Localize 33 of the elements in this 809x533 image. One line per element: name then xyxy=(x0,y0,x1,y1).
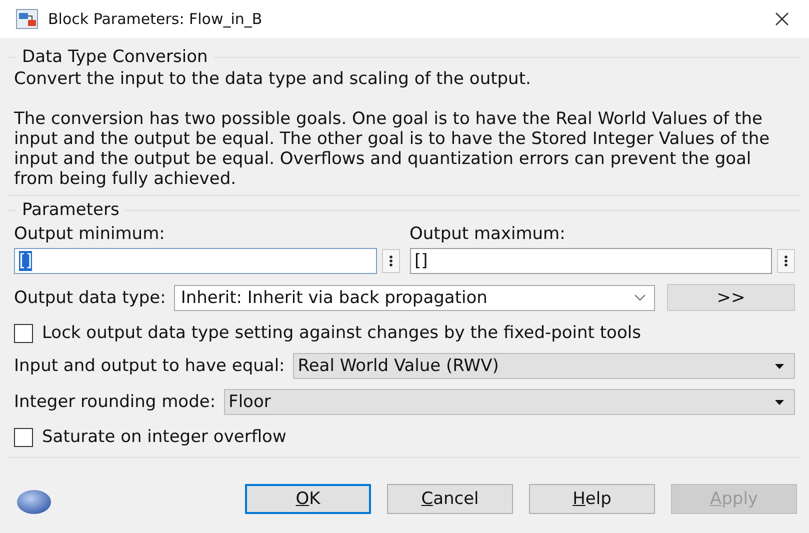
input-field[interactable]: [] xyxy=(14,248,376,274)
description-text: Convert the input to the data type and scaling of the output. xyxy=(14,69,532,89)
field-label: Output data type: xyxy=(14,288,166,308)
window-title: Block Parameters: Flow_in_B xyxy=(48,10,264,28)
input-field[interactable]: [] xyxy=(410,248,772,274)
block-icon xyxy=(16,9,38,29)
dots-icon xyxy=(784,255,788,267)
close-icon[interactable] xyxy=(775,12,789,26)
field-label: Integer rounding mode: xyxy=(14,392,216,412)
data-type-dropdown[interactable]: Inherit: Inherit via back propagation xyxy=(174,284,655,310)
field-label: Input and output to have equal: xyxy=(14,356,285,376)
checkbox-label: Lock output data type setting against changes by the fixed-point tools xyxy=(42,323,641,343)
more-options-button[interactable] xyxy=(777,249,795,273)
group-title: Parameters xyxy=(21,200,120,220)
checkbox[interactable] xyxy=(14,324,33,342)
chevron-down-icon xyxy=(634,294,646,301)
group-title: Data Type Conversion xyxy=(21,47,209,67)
caret-icon xyxy=(775,364,784,368)
dialog-button[interactable]: Cancel xyxy=(387,484,513,514)
dialog-button[interactable]: OK xyxy=(245,484,371,514)
checkbox[interactable] xyxy=(14,428,33,446)
field-label: Output maximum: xyxy=(410,224,566,244)
rounding-mode-dropdown[interactable]: Floor xyxy=(224,389,795,415)
help-icon[interactable] xyxy=(16,488,52,514)
caret-icon xyxy=(775,400,784,404)
dialog-button[interactable]: Help xyxy=(529,484,655,514)
equal-value-dropdown[interactable]: Real World Value (RWV) xyxy=(292,353,795,379)
more-options-button[interactable] xyxy=(382,249,400,273)
description-text: The conversion has two possible goals. One goal is to have the Real World Values of the input and the output be equal. The other goal is to have the Stored Integer Values of the input and the output be equal. Overflows and quantization errors can prevent the goal from being fully achieved. xyxy=(14,109,771,189)
dots-icon xyxy=(388,255,392,267)
field-label: Output minimum: xyxy=(14,224,166,244)
checkbox-label: Saturate on integer overflow xyxy=(42,427,286,447)
show-assistant-button[interactable]: >> xyxy=(667,284,795,311)
